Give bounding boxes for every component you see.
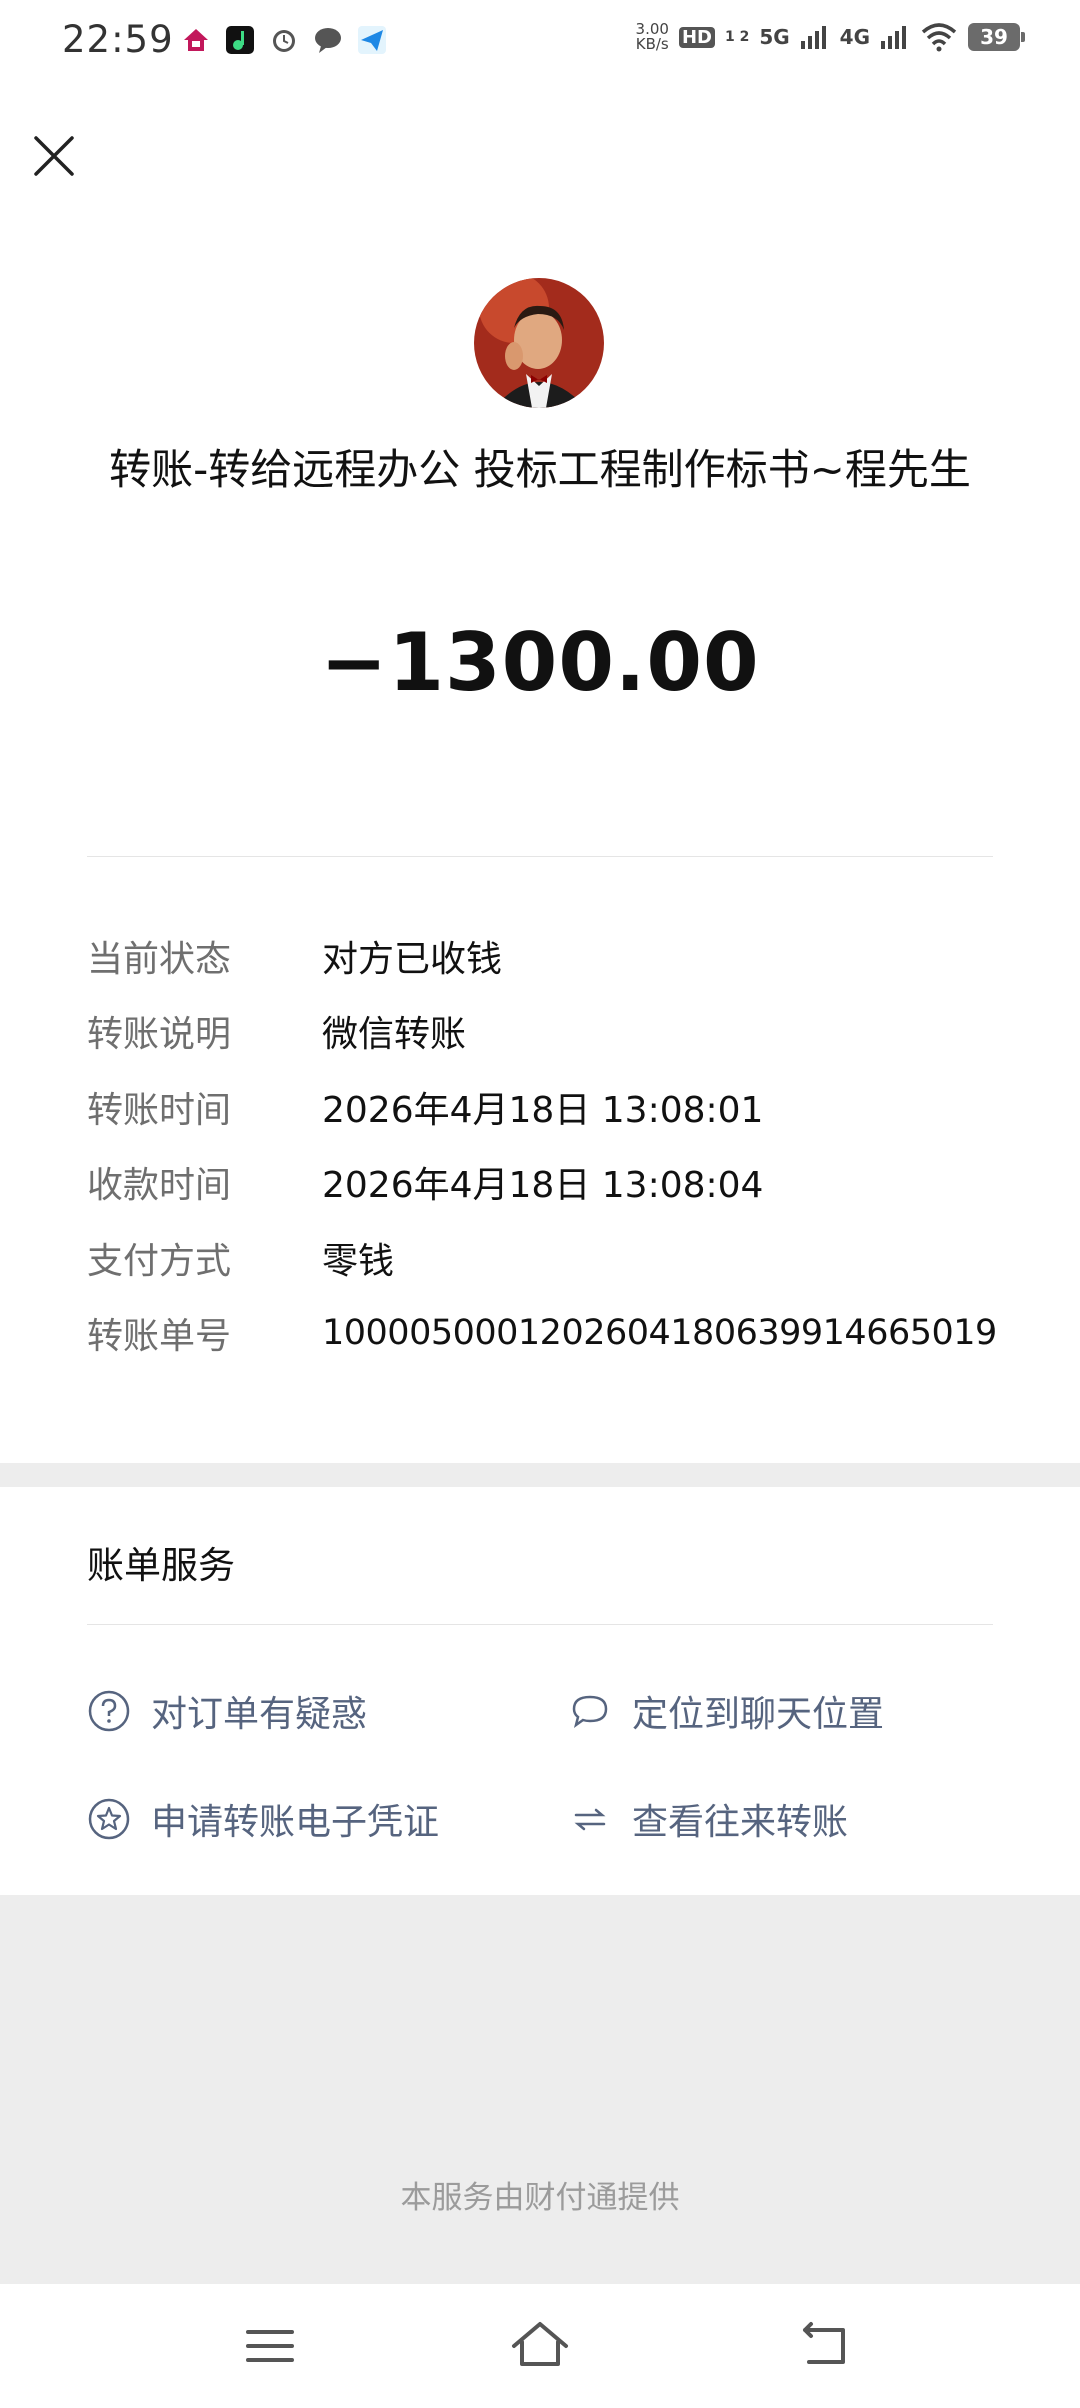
order-question-link[interactable]: 对订单有疑惑 [87,1685,367,1737]
system-indicators: 3.00 KB/s HD 1 2 5G 4G 39 [635,20,1025,53]
divider [87,856,993,857]
home-icon[interactable] [510,2316,570,2376]
wifi-icon [921,23,957,52]
status-time: 22:59 [62,18,174,61]
services-title: 账单服务 [87,1544,235,1587]
transfer-details: 当前状态 对方已收钱 转账说明 微信转账 转账时间 2026年4月18日 13:… [87,918,997,1371]
menu-icon[interactable] [240,2316,300,2376]
notification-icons [180,24,388,56]
battery-indicator: 39 [968,23,1025,51]
question-circle-icon [88,1690,130,1732]
detail-value: 2026年4月18日 13:08:04 [322,1165,764,1207]
status-bar: 22:59 3.00 KB/s HD 1 2 5G 4G 39 [0,0,1080,88]
message-bubble-icon [315,28,341,53]
back-icon[interactable] [795,2316,855,2376]
divider [87,1624,993,1625]
detail-row-note: 转账说明 微信转账 [87,994,997,1070]
system-nav-bar [0,2284,1080,2408]
detail-label: 转账说明 [87,1014,232,1056]
view-transfers-label: 查看往来转账 [632,1802,849,1843]
locate-chat-link[interactable]: 定位到聊天位置 [568,1685,884,1737]
detail-label: 收款时间 [87,1165,232,1207]
detail-label: 转账时间 [87,1089,232,1131]
request-receipt-label: 申请转账电子凭证 [151,1802,440,1843]
detail-row-payment-method: 支付方式 零钱 [87,1220,997,1296]
avatar[interactable] [474,278,604,408]
network-speed: 3.00 KB/s [635,20,669,53]
detail-row-transfer-id: 转账单号 100005000120260418063991466501​9 [87,1296,997,1372]
transfer-amount: −1300.00 [320,616,760,709]
transfer-summary-card: 转账-转给远程办公 投标工程制作标书~程先生 −1300.00 当前状态 对方已… [0,88,1080,1463]
transfer-detail-screen: 22:59 3.00 KB/s HD 1 2 5G 4G 39 转账-转给远程办… [0,0,1080,2408]
send-app-icon [358,26,386,54]
detail-value: 对方已收钱 [322,938,503,980]
alarm-clock-icon [273,30,295,52]
detail-value: 2026年4月18日 13:08:01 [322,1089,764,1131]
detail-label: 转账单号 [87,1316,232,1358]
star-circle-icon [88,1798,130,1840]
request-receipt-link[interactable]: 申请转账电子凭证 [87,1793,439,1845]
detail-value: 微信转账 [322,1014,467,1056]
signal-bars-icon [800,26,826,49]
detail-value: 零钱 [322,1240,395,1282]
bill-services-card: 账单服务 对订单有疑惑 定位到聊天位置 申请转账电子凭证 查看往来转账 [0,1487,1080,1895]
signal-bars-icon [881,26,906,49]
swap-arrows-icon [574,1808,606,1831]
detail-row-status: 当前状态 对方已收钱 [87,918,997,994]
detail-label: 当前状态 [87,938,232,980]
transfer-title: 转账-转给远程办公 投标工程制作标书~程先生 [109,445,971,494]
chat-bubble-icon [572,1695,608,1728]
locate-chat-label: 定位到聊天位置 [632,1694,885,1735]
order-question-label: 对订单有疑惑 [151,1694,368,1735]
music-app-icon [226,26,254,54]
detail-value[interactable]: 100005000120260418063991466501​9 [322,1313,997,1353]
view-transfers-link[interactable]: 查看往来转账 [568,1793,848,1845]
detail-row-receive-time: 收款时间 2026年4月18日 13:08:04 [87,1145,997,1221]
signal-5g-indicator: 5G [759,25,790,49]
signal-4g-indicator: 4G [839,25,870,49]
detail-row-transfer-time: 转账时间 2026年4月18日 13:08:01 [87,1069,997,1145]
home-app-icon [184,29,208,51]
sim-slots-indicator: 1 2 [724,29,750,45]
detail-label: 支付方式 [87,1240,232,1282]
avatar-photo [474,278,604,408]
close-icon[interactable] [28,130,80,182]
hd-indicator: HD [678,26,715,48]
provider-footer: 本服务由财付通提供 [400,2180,680,2216]
